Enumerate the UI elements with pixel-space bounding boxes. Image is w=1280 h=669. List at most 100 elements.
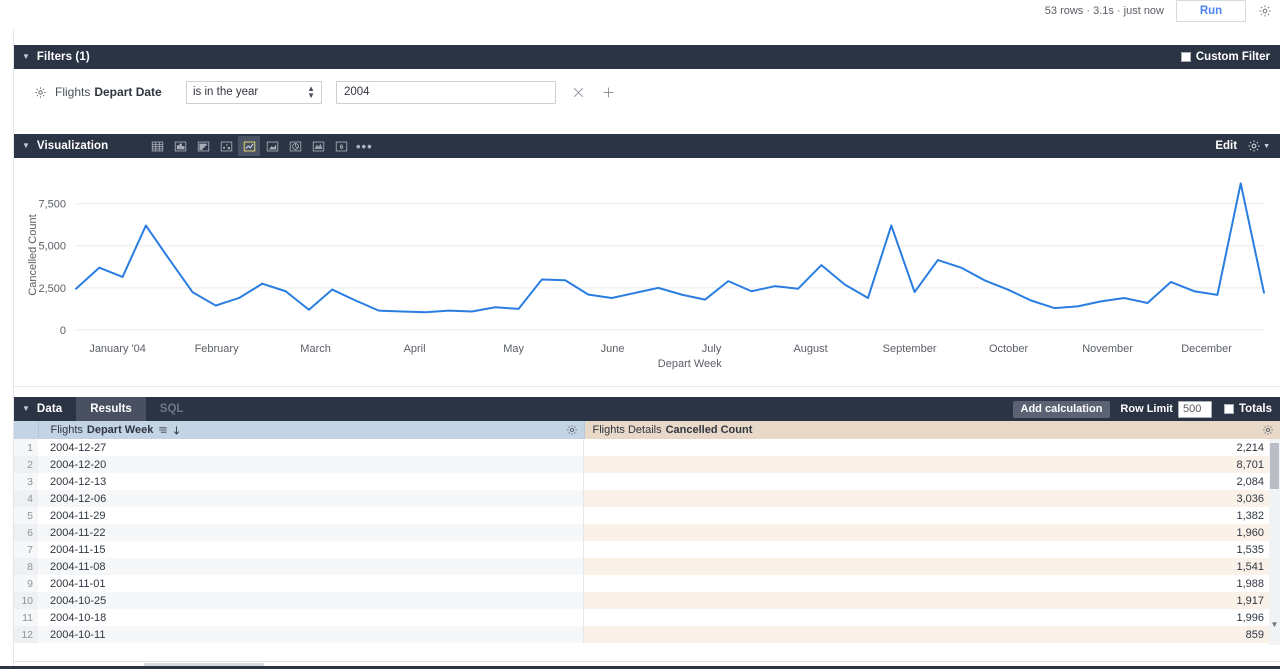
custom-filter-checkbox[interactable] bbox=[1180, 52, 1191, 62]
row-number: 8 bbox=[14, 558, 38, 575]
cell-depart-week[interactable]: 2004-10-18 bbox=[38, 609, 584, 626]
table-row[interactable]: 3 2004-12-13 2,084 bbox=[14, 473, 1280, 490]
cell-cancelled-count[interactable]: 3,036 bbox=[584, 490, 1280, 507]
single-value-icon[interactable]: 6 bbox=[330, 136, 352, 156]
table-row[interactable]: 12 2004-10-11 859 bbox=[14, 626, 1280, 643]
custom-filter-toggle[interactable]: Custom Filter bbox=[1180, 51, 1270, 63]
totals-toggle[interactable]: Totals bbox=[1223, 403, 1272, 415]
table-row[interactable]: 9 2004-11-01 1,988 bbox=[14, 575, 1280, 592]
tab-results[interactable]: Results bbox=[76, 397, 146, 421]
filter-icon[interactable] bbox=[158, 425, 168, 435]
table-vertical-scrollbar[interactable]: ▼ bbox=[1269, 439, 1280, 645]
filter-operator-select[interactable]: is in the year ▲ ▼ bbox=[186, 80, 322, 104]
table-row[interactable]: 10 2004-10-25 1,917 bbox=[14, 592, 1280, 609]
cancelled-count-column-gear-icon[interactable] bbox=[1262, 424, 1274, 436]
chart-series-line[interactable] bbox=[75, 182, 1265, 314]
cell-cancelled-count[interactable]: 8,701 bbox=[584, 456, 1280, 473]
collapse-caret-icon[interactable]: ▼ bbox=[22, 405, 30, 413]
scatter-chart-icon[interactable] bbox=[215, 136, 237, 156]
depart-week-header-prefix: Flights bbox=[50, 424, 83, 436]
table-row[interactable]: 5 2004-11-29 1,382 bbox=[14, 507, 1280, 524]
cell-cancelled-count[interactable]: 1,988 bbox=[584, 575, 1280, 592]
table-row[interactable]: 11 2004-10-18 1,996 bbox=[14, 609, 1280, 626]
collapse-caret-icon[interactable]: ▼ bbox=[22, 53, 30, 61]
table-row[interactable]: 8 2004-11-08 1,541 bbox=[14, 558, 1280, 575]
x-axis-title: Depart Week bbox=[658, 358, 722, 370]
cell-cancelled-count[interactable]: 1,541 bbox=[584, 558, 1280, 575]
more-options-icon[interactable]: ••• bbox=[353, 136, 375, 156]
cell-depart-week[interactable]: 2004-10-11 bbox=[38, 626, 584, 643]
line-chart-icon[interactable] bbox=[238, 136, 261, 156]
scroll-down-arrow-icon[interactable]: ▼ bbox=[1270, 620, 1279, 629]
cell-depart-week[interactable]: 2004-11-29 bbox=[38, 507, 584, 524]
row-number: 6 bbox=[14, 524, 38, 541]
table-row[interactable]: 4 2004-12-06 3,036 bbox=[14, 490, 1280, 507]
totals-checkbox[interactable] bbox=[1223, 404, 1234, 414]
row-number: 2 bbox=[14, 456, 38, 473]
cell-depart-week[interactable]: 2004-12-06 bbox=[38, 490, 584, 507]
scrollbar-thumb[interactable] bbox=[1270, 443, 1279, 489]
cell-depart-week[interactable]: 2004-11-15 bbox=[38, 541, 584, 558]
cell-cancelled-count[interactable]: 1,960 bbox=[584, 524, 1280, 541]
pie-chart-icon[interactable] bbox=[284, 136, 306, 156]
data-tabs: Results SQL bbox=[76, 397, 197, 421]
collapse-caret-icon[interactable]: ▼ bbox=[22, 142, 30, 150]
add-calculation-button[interactable]: Add calculation bbox=[1012, 400, 1111, 418]
row-number: 4 bbox=[14, 490, 38, 507]
chart-area[interactable]: 0 2,500 5,000 7,500 Cancelled Count January '… bbox=[14, 158, 1280, 387]
cell-cancelled-count[interactable]: 2,084 bbox=[584, 473, 1280, 490]
cell-cancelled-count[interactable]: 1,917 bbox=[584, 592, 1280, 609]
filter-field-label: Flights Depart Date bbox=[34, 85, 186, 99]
remove-filter-button[interactable] bbox=[570, 84, 586, 100]
cell-depart-week[interactable]: 2004-12-20 bbox=[38, 456, 584, 473]
x-axis-tick-label: March bbox=[300, 343, 331, 355]
cell-depart-week[interactable]: 2004-11-22 bbox=[38, 524, 584, 541]
cell-cancelled-count[interactable]: 1,996 bbox=[584, 609, 1280, 626]
table-row[interactable]: 6 2004-11-22 1,960 bbox=[14, 524, 1280, 541]
cell-depart-week[interactable]: 2004-11-01 bbox=[38, 575, 584, 592]
table-row[interactable]: 2 2004-12-20 8,701 bbox=[14, 456, 1280, 473]
cancelled-count-header-name: Cancelled Count bbox=[665, 424, 753, 436]
row-chart-icon[interactable] bbox=[192, 136, 214, 156]
totals-label: Totals bbox=[1238, 403, 1272, 415]
row-number: 9 bbox=[14, 575, 38, 592]
cell-cancelled-count[interactable]: 1,382 bbox=[584, 507, 1280, 524]
cell-cancelled-count[interactable]: 2,214 bbox=[584, 439, 1280, 456]
y-axis-title: Cancelled Count bbox=[27, 214, 39, 295]
table-chart-icon[interactable] bbox=[146, 136, 168, 156]
explore-page: 53 rows · 3.1s · just now Run ▼ Filters … bbox=[0, 0, 1280, 669]
data-panel: ▼ Data Results SQL Add calculation Row L… bbox=[14, 397, 1280, 645]
bar-chart-icon[interactable] bbox=[169, 136, 191, 156]
column-header-depart-week[interactable]: Flights Depart Week bbox=[38, 421, 585, 439]
edit-visualization-button[interactable]: Edit bbox=[1215, 140, 1237, 152]
row-limit-input[interactable]: 500 bbox=[1177, 400, 1212, 418]
table-row[interactable]: 7 2004-11-15 1,535 bbox=[14, 541, 1280, 558]
depart-week-header-name: Depart Week bbox=[86, 424, 154, 436]
chevron-down-icon[interactable]: ▼ bbox=[1263, 143, 1270, 150]
filters-panel-header[interactable]: ▼ Filters (1) Custom Filter bbox=[14, 45, 1280, 69]
tab-sql[interactable]: SQL bbox=[146, 397, 198, 421]
cell-depart-week[interactable]: 2004-12-13 bbox=[38, 473, 584, 490]
visualization-settings-gear-icon[interactable]: ▼ bbox=[1247, 139, 1270, 153]
arrow-down-icon[interactable] bbox=[172, 425, 181, 436]
add-filter-button[interactable] bbox=[600, 84, 616, 100]
cell-cancelled-count[interactable]: 1,535 bbox=[584, 541, 1280, 558]
y-axis-tick-label: 0 bbox=[60, 325, 66, 337]
table-row[interactable]: 1 2004-12-27 2,214 bbox=[14, 439, 1280, 456]
column-header-cancelled-count[interactable]: Flights Details Cancelled Count bbox=[584, 421, 1280, 439]
y-axis-tick-label: 5,000 bbox=[38, 241, 66, 253]
cell-depart-week[interactable]: 2004-11-08 bbox=[38, 558, 584, 575]
filter-gear-icon[interactable] bbox=[34, 86, 47, 99]
cell-cancelled-count[interactable]: 859 bbox=[584, 626, 1280, 643]
depart-week-column-gear-icon[interactable] bbox=[566, 424, 578, 436]
area-chart-icon[interactable] bbox=[261, 136, 283, 156]
map-chart-icon[interactable] bbox=[307, 136, 329, 156]
filter-field-prefix: Flights bbox=[55, 85, 91, 99]
filter-value-input[interactable]: 2004 bbox=[336, 80, 556, 104]
settings-gear-icon[interactable] bbox=[1258, 4, 1272, 18]
cell-depart-week[interactable]: 2004-12-27 bbox=[38, 439, 584, 456]
run-button[interactable]: Run bbox=[1176, 0, 1246, 22]
visualization-panel-header[interactable]: ▼ Visualization 6 ••• Edit ▼ bbox=[14, 134, 1280, 158]
row-number: 10 bbox=[14, 592, 38, 609]
cell-depart-week[interactable]: 2004-10-25 bbox=[38, 592, 584, 609]
